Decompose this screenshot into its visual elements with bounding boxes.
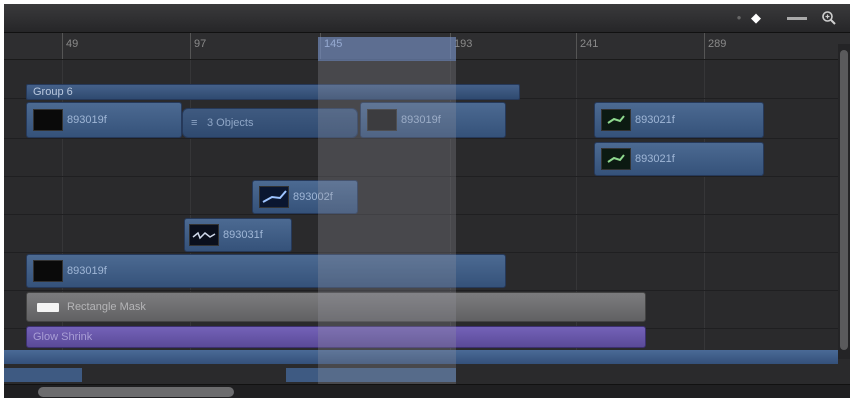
ruler-tick-label: 49 <box>66 38 79 50</box>
clip-thumbnail <box>33 109 63 131</box>
clip-label: 893019f <box>67 265 107 277</box>
zoom-icon[interactable] <box>819 10 839 26</box>
clip-label: 893019f <box>67 114 107 126</box>
clip-thumbnail <box>601 109 631 131</box>
clip-thumbnail <box>189 224 219 246</box>
ruler-tick-label: 241 <box>580 38 599 50</box>
ruler-tick: 97 <box>190 33 206 59</box>
ruler-tick: 289 <box>704 33 726 59</box>
objects-icon: ≡ <box>191 117 198 129</box>
timeline-toolbar: • ◆ ▬▬ <box>4 4 850 33</box>
clip-893021f[interactable]: 893021f <box>594 102 764 138</box>
play-range-header[interactable] <box>318 37 456 61</box>
clip-893019f[interactable]: 893019f <box>26 102 182 138</box>
vertical-scroll-thumb[interactable] <box>840 50 848 350</box>
clip-893021f-b[interactable]: 893021f <box>594 142 764 176</box>
ruler-tick-label: 97 <box>194 38 207 50</box>
clip-label: 893021f <box>635 153 675 165</box>
objects-label: 3 Objects <box>207 117 254 129</box>
clip-label: 893031f <box>223 229 263 241</box>
clip-thumbnail <box>33 260 63 282</box>
group-label: Group 6 <box>33 86 73 98</box>
clip-thumbnail <box>601 148 631 170</box>
timeline-window: • ◆ ▬▬ 49 97 145 193 241 289 Group 6 893… <box>4 4 850 398</box>
dot-icon: • <box>736 10 742 25</box>
horizontal-scrollbar[interactable] <box>4 384 850 398</box>
vertical-scrollbar[interactable] <box>838 44 850 359</box>
ruler-tick-label: 289 <box>708 38 727 50</box>
play-range-region[interactable] <box>318 37 456 387</box>
mask-thumbnail <box>37 303 59 312</box>
glow-label: Glow Shrink <box>33 331 93 343</box>
horizontal-scroll-thumb[interactable] <box>38 387 234 397</box>
clip-893031f[interactable]: 893031f <box>184 218 292 252</box>
ruler-tick: 49 <box>62 33 78 59</box>
ruler-tick: 241 <box>576 33 598 59</box>
view-toggle-icon[interactable]: ▬▬ <box>782 10 812 26</box>
keyframe-diamond-icon[interactable]: ◆ <box>748 10 764 26</box>
mask-label: Rectangle Mask <box>67 301 146 313</box>
clip-thumbnail <box>259 186 289 208</box>
clip-label: 893021f <box>635 114 675 126</box>
bottom-track-segment[interactable] <box>4 368 82 382</box>
